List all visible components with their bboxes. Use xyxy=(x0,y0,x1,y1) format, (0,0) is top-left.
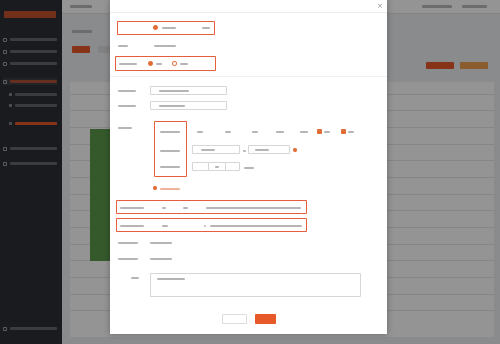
radio-unselected-icon[interactable] xyxy=(172,61,177,66)
checkbox-icon[interactable] xyxy=(341,129,346,134)
input-field-2[interactable] xyxy=(150,101,227,110)
radio-selected-icon[interactable] xyxy=(148,61,153,66)
stepper-value[interactable] xyxy=(208,162,226,171)
time-start-input[interactable] xyxy=(192,145,240,154)
edit-modal: × xyxy=(110,0,387,334)
modal-header: × xyxy=(110,0,387,13)
time-end-input[interactable] xyxy=(248,145,290,154)
stepper-plus[interactable] xyxy=(225,162,240,171)
add-rule-icon[interactable] xyxy=(153,186,157,190)
ok-button[interactable] xyxy=(255,314,276,324)
cancel-button[interactable] xyxy=(222,314,247,324)
highlight-box-3 xyxy=(154,121,187,177)
input-field-1[interactable] xyxy=(150,86,227,95)
remark-textarea[interactable] xyxy=(150,273,361,297)
add-time-icon[interactable] xyxy=(293,148,297,152)
stepper-minus[interactable] xyxy=(192,162,209,171)
radio-icon[interactable] xyxy=(153,25,158,30)
checkbox-icon[interactable] xyxy=(317,129,322,134)
close-icon[interactable]: × xyxy=(377,2,383,10)
